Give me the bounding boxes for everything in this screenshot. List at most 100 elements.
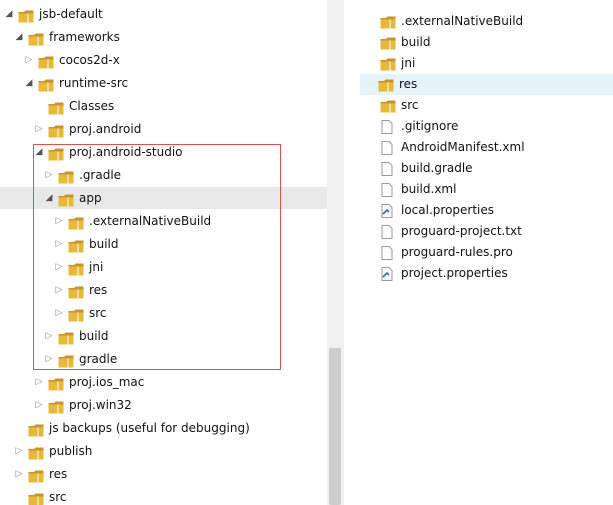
- collapsed-arrow-icon[interactable]: ▷: [54, 238, 64, 250]
- collapsed-arrow-icon[interactable]: ▷: [44, 169, 54, 181]
- tree-item[interactable]: src: [0, 486, 327, 505]
- expanded-arrow-icon[interactable]: ◢: [4, 8, 14, 20]
- tree-item[interactable]: ◢ runtime-src: [0, 72, 327, 94]
- collapsed-arrow-icon[interactable]: ▷: [24, 54, 34, 66]
- file-icon: [380, 246, 394, 260]
- tree-item[interactable]: ◢ jsb-default: [0, 3, 327, 25]
- file-list-item[interactable]: src: [362, 95, 613, 116]
- file-list-item[interactable]: project.properties: [362, 263, 613, 284]
- folder-icon: [48, 376, 64, 391]
- folder-icon: [38, 77, 54, 92]
- collapsed-arrow-icon[interactable]: ▷: [14, 445, 24, 457]
- file-list-item[interactable]: build.xml: [362, 179, 613, 200]
- tree-item[interactable]: ▷ res: [0, 279, 327, 301]
- tree-item-label: res: [49, 467, 68, 481]
- folder-icon: [58, 330, 74, 345]
- folder-icon: [28, 491, 44, 505]
- file-icon: [380, 141, 394, 155]
- tree-item[interactable]: ▷ build: [0, 233, 327, 255]
- file-list-item[interactable]: AndroidManifest.xml: [362, 137, 613, 158]
- collapsed-arrow-icon[interactable]: ▷: [54, 215, 64, 227]
- file-list-item[interactable]: local.properties: [362, 200, 613, 221]
- tree-item[interactable]: ▷ src: [0, 302, 327, 324]
- file-icon: [380, 183, 394, 197]
- tree-item[interactable]: Classes: [0, 95, 327, 117]
- file-list-item-label: jni: [401, 56, 416, 70]
- tree-item[interactable]: ▷ build: [0, 325, 327, 347]
- tree-item-label: app: [79, 191, 102, 205]
- file-icon: [380, 162, 394, 176]
- tree-item-label: js backups (useful for debugging): [49, 421, 250, 435]
- folder-icon: [68, 261, 84, 276]
- collapsed-arrow-icon[interactable]: ▷: [44, 353, 54, 365]
- file-icon: [380, 120, 394, 134]
- collapsed-arrow-icon[interactable]: ▷: [54, 307, 64, 319]
- tree-item[interactable]: ▷ .externalNativeBuild: [0, 210, 327, 232]
- expanded-arrow-icon[interactable]: ◢: [34, 146, 44, 158]
- file-list-item-label: build.xml: [401, 182, 457, 196]
- file-list-item-label: local.properties: [401, 203, 495, 217]
- expanded-arrow-icon[interactable]: ◢: [44, 192, 54, 204]
- file-list-item-label: .gitignore: [401, 119, 459, 133]
- tree-item-label: build: [79, 329, 109, 343]
- tree-item-label: gradle: [79, 352, 118, 366]
- collapsed-arrow-icon[interactable]: ▷: [34, 399, 44, 411]
- folder-icon: [58, 353, 74, 368]
- tree-item[interactable]: ◢ proj.android-studio: [0, 141, 327, 163]
- tree-item-label: build: [89, 237, 119, 251]
- tree-item[interactable]: ▷ proj.android: [0, 118, 327, 140]
- file-list-item[interactable]: res: [360, 74, 613, 95]
- tree-item[interactable]: ◢ frameworks: [0, 26, 327, 48]
- collapsed-arrow-icon[interactable]: ▷: [34, 123, 44, 135]
- tree-item-label: res: [89, 283, 108, 297]
- tree-item[interactable]: ▷ proj.win32: [0, 394, 327, 416]
- file-list-item-label: AndroidManifest.xml: [401, 140, 525, 154]
- tree-item-label: proj.android: [69, 122, 142, 136]
- collapsed-arrow-icon[interactable]: ▷: [14, 468, 24, 480]
- folder-icon: [58, 192, 74, 207]
- file-list-item[interactable]: proguard-project.txt: [362, 221, 613, 242]
- tree-item-label: frameworks: [49, 30, 120, 44]
- tree-item[interactable]: ▷ proj.ios_mac: [0, 371, 327, 393]
- file-list-item[interactable]: build.gradle: [362, 158, 613, 179]
- file-list-item-label: .externalNativeBuild: [401, 14, 524, 28]
- folder-icon: [58, 169, 74, 184]
- tree-item[interactable]: ▷ publish: [0, 440, 327, 462]
- file-list-item[interactable]: jni: [362, 53, 613, 74]
- collapsed-arrow-icon[interactable]: ▷: [34, 376, 44, 388]
- folder-icon: [68, 307, 84, 322]
- folder-icon: [28, 422, 44, 437]
- folder-icon: [28, 445, 44, 460]
- tree-item-label: src: [89, 306, 107, 320]
- folder-icon: [38, 54, 54, 69]
- file-list-item-label: build: [401, 35, 431, 49]
- file-list-item[interactable]: .externalNativeBuild: [362, 11, 613, 32]
- tree-item-label: .gradle: [79, 168, 122, 182]
- tree-item[interactable]: ▷ jni: [0, 256, 327, 278]
- folder-icon: [380, 57, 396, 71]
- tree-item-label: jni: [89, 260, 104, 274]
- tree-item[interactable]: ◢ app: [0, 187, 327, 209]
- expanded-arrow-icon[interactable]: ◢: [24, 77, 34, 89]
- folder-icon: [380, 15, 396, 29]
- tree-item[interactable]: js backups (useful for debugging): [0, 417, 327, 439]
- tree-item[interactable]: ▷ cocos2d-x: [0, 49, 327, 71]
- tree-item-label: .externalNativeBuild: [89, 214, 212, 228]
- collapsed-arrow-icon[interactable]: ▷: [54, 284, 64, 296]
- tree-item[interactable]: ▷ .gradle: [0, 164, 327, 186]
- file-list-item[interactable]: build: [362, 32, 613, 53]
- scrollbar-thumb[interactable]: [329, 348, 341, 505]
- tree-item[interactable]: ▷ res: [0, 463, 327, 485]
- tree-scrollbar[interactable]: [327, 0, 344, 505]
- tree-item[interactable]: ▷ gradle: [0, 348, 327, 370]
- folder-icon: [380, 99, 396, 113]
- collapsed-arrow-icon[interactable]: ▷: [54, 261, 64, 273]
- tree-item-label: proj.win32: [69, 398, 132, 412]
- expanded-arrow-icon[interactable]: ◢: [14, 31, 24, 43]
- folder-icon: [48, 123, 64, 138]
- folder-icon: [18, 8, 34, 23]
- tree-item-label: jsb-default: [39, 7, 103, 21]
- file-list-item[interactable]: proguard-rules.pro: [362, 242, 613, 263]
- file-list-item[interactable]: .gitignore: [362, 116, 613, 137]
- collapsed-arrow-icon[interactable]: ▷: [44, 330, 54, 342]
